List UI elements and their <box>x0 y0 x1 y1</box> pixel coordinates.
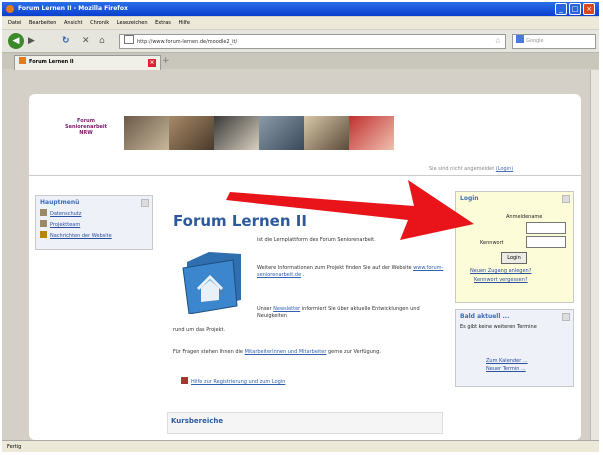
photo-2 <box>169 116 214 150</box>
status-bar: Fertig <box>2 440 599 452</box>
contact-pre: Für Fragen stehen Ihnen die <box>173 349 243 355</box>
tab-favicon <box>19 57 26 64</box>
menu-bar: Datei Bearbeiten Ansicht Chronik Lesezei… <box>2 17 599 29</box>
upcoming-title: Bald aktuell ... <box>460 313 510 320</box>
password-field[interactable] <box>526 236 566 248</box>
newsletter-link[interactable]: Newsletter <box>273 306 300 312</box>
search-input[interactable]: Google <box>512 34 596 49</box>
block-toggle-icon[interactable] <box>562 313 570 321</box>
logo-line-3: NRW <box>79 130 93 136</box>
maximize-button[interactable]: □ <box>569 3 581 15</box>
back-button[interactable]: ◀ <box>8 33 24 49</box>
forum-icon <box>40 231 47 238</box>
course-categories-block: Kursbereiche <box>167 412 443 434</box>
tab-forum-lernen[interactable]: Forum Lernen II × <box>14 55 161 70</box>
title-bar: Forum Lernen II - Mozilla Firefox _ □ × <box>2 2 599 16</box>
info-text: Weitere Informationen zum Projekt finden… <box>257 265 412 271</box>
upcoming-events-block: Bald aktuell ... Es gibt keine weiteren … <box>455 309 574 387</box>
menu-bearbeiten[interactable]: Bearbeiten <box>29 20 56 26</box>
menu-lesezeichen[interactable]: Lesezeichen <box>117 20 148 26</box>
menu-item-nachrichten[interactable]: Nachrichten der Website <box>36 231 152 242</box>
help-line: Hilfe zur Registrierung und zum Login <box>181 377 285 385</box>
minimize-button[interactable]: _ <box>555 3 567 15</box>
newsletter-paragraph: Unser Newsletter informiert Sie über akt… <box>257 306 447 320</box>
header-divider <box>29 175 581 176</box>
vertical-scrollbar[interactable] <box>590 70 599 440</box>
intro-paragraph: ist die Lernplattform des Forum Senioren… <box>257 237 376 243</box>
navigation-toolbar: ◀ ▶ ↻ ✕ ⌂ http://www.forum-lernen.de/moo… <box>2 30 599 53</box>
tab-close-icon[interactable]: × <box>148 59 156 67</box>
login-status-text: Sie sind nicht angemeldet <box>429 166 495 172</box>
search-placeholder: Google <box>526 38 544 44</box>
reload-icon[interactable]: ↻ <box>62 35 70 47</box>
menu-chronik[interactable]: Chronik <box>90 20 109 26</box>
login-title: Login <box>460 195 479 202</box>
menu-item-label: Projektteam <box>50 222 81 228</box>
window-title: Forum Lernen II - Mozilla Firefox <box>18 5 128 12</box>
password-label: Kennwort <box>480 240 504 246</box>
url-input[interactable]: http://www.forum-lernen.de/moodle2_it/ ☆ <box>119 34 506 49</box>
contact-post: gerne zur Verfügung. <box>327 349 381 355</box>
menu-item-label: Datenschutz <box>50 211 82 217</box>
page-container: Forum Seniorenarbeit NRW Sie sind nicht … <box>29 94 581 440</box>
menu-item-datenschutz[interactable]: Datenschutz <box>36 209 152 220</box>
photo-3 <box>214 116 259 150</box>
course-categories-title: Kursbereiche <box>171 417 224 425</box>
header-photo-strip <box>124 116 394 150</box>
staff-link[interactable]: MitarbeiterInnen und Mitarbeiter <box>245 349 327 355</box>
block-toggle-icon[interactable] <box>141 199 149 207</box>
status-text: Fertig <box>7 444 22 450</box>
photo-1 <box>124 116 169 150</box>
login-status: Sie sind nicht angemeldet (Login) <box>429 166 513 172</box>
tab-bar: Forum Lernen II × + <box>2 53 599 70</box>
url-text: http://www.forum-lernen.de/moodle2_it/ <box>137 39 238 45</box>
firefox-icon <box>6 5 14 13</box>
page-icon <box>124 35 134 44</box>
menu-datei[interactable]: Datei <box>8 20 21 26</box>
username-label: Anmeldename <box>506 214 543 220</box>
newsletter-continuation: rund um das Projekt. <box>173 327 226 333</box>
contact-paragraph: Für Fragen stehen Ihnen die MitarbeiterI… <box>173 349 443 356</box>
page-viewport: Forum Seniorenarbeit NRW Sie sind nicht … <box>2 70 599 440</box>
stop-icon[interactable]: ✕ <box>82 35 90 47</box>
info-paragraph: Weitere Informationen zum Projekt finden… <box>257 265 444 278</box>
calendar-link[interactable]: Zum Kalender ... <box>486 358 528 364</box>
document-icon <box>40 220 47 227</box>
username-field[interactable] <box>526 222 566 234</box>
menu-item-label: Nachrichten der Website <box>50 233 112 239</box>
main-menu-title: Hauptmenü <box>40 199 80 206</box>
login-status-link[interactable]: (Login) <box>496 166 513 172</box>
menu-hilfe[interactable]: Hilfe <box>179 20 190 26</box>
newsletter-pre: Unser <box>257 306 272 312</box>
login-block: Login Anmeldename Kennwort Login Neuen Z… <box>455 191 574 303</box>
tab-label: Forum Lernen II <box>29 59 74 65</box>
document-icon <box>40 209 47 216</box>
page-title: Forum Lernen II <box>173 212 307 230</box>
menu-item-projektteam[interactable]: Projektteam <box>36 220 152 231</box>
home-icon[interactable]: ⌂ <box>99 35 105 47</box>
menu-extras[interactable]: Extras <box>155 20 171 26</box>
bookmark-star-icon[interactable]: ☆ <box>495 35 501 48</box>
help-icon <box>181 377 188 384</box>
photo-5 <box>304 116 349 150</box>
new-event-link[interactable]: Neuer Termin ... <box>486 366 526 372</box>
block-toggle-icon[interactable] <box>562 195 570 203</box>
forgot-password-link[interactable]: Kennwort vergessen? <box>474 277 528 283</box>
new-account-link[interactable]: Neuen Zugang anlegen? <box>470 268 531 274</box>
upcoming-text: Es gibt keine weiteren Termine <box>460 324 537 330</box>
menu-ansicht[interactable]: Ansicht <box>64 20 82 26</box>
login-button[interactable]: Login <box>501 252 527 264</box>
photo-4 <box>259 116 304 150</box>
site-logo: Forum Seniorenarbeit NRW <box>51 118 121 136</box>
close-button[interactable]: × <box>583 3 595 15</box>
google-icon <box>516 35 524 43</box>
forward-icon[interactable]: ▶ <box>28 35 35 47</box>
help-link[interactable]: Hilfe zur Registrierung und zum Login <box>191 379 285 385</box>
main-menu-block: Hauptmenü Datenschutz Projektteam Nachri… <box>35 195 153 250</box>
new-tab-button[interactable]: + <box>162 56 170 66</box>
photo-6 <box>349 116 394 150</box>
folder-home-icon <box>182 252 241 314</box>
browser-window: Forum Lernen II - Mozilla Firefox _ □ × … <box>2 2 599 452</box>
